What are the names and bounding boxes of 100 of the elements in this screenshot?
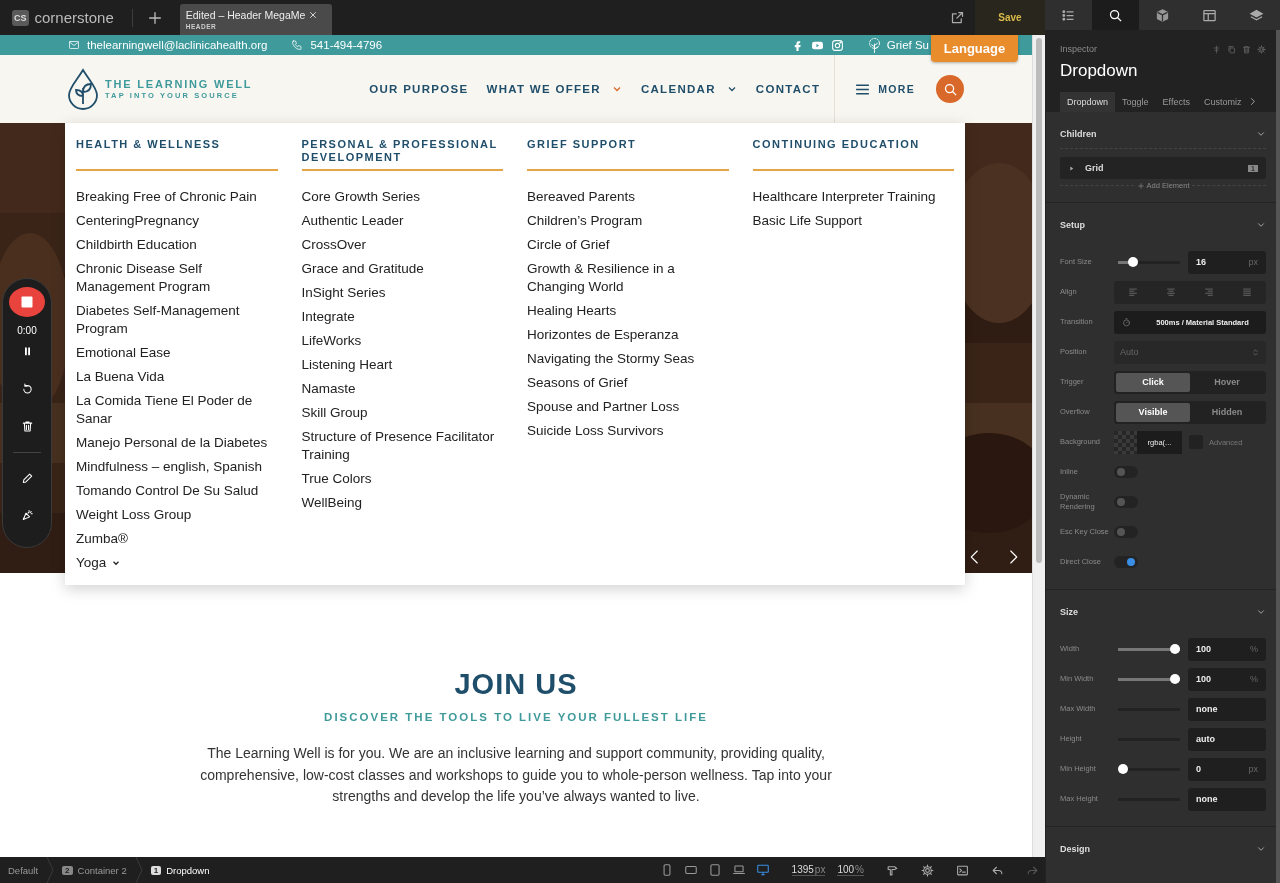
segment-option[interactable]: Hover: [1190, 372, 1264, 392]
menu-link[interactable]: La Buena Vida: [76, 368, 276, 386]
inspector-tab[interactable]: Dropdown: [1060, 92, 1116, 112]
menu-link[interactable]: Seasons of Grief: [527, 374, 727, 392]
menu-link[interactable]: Bereaved Parents: [527, 188, 727, 206]
menu-link[interactable]: La Comida Tiene El Poder de Sanar: [76, 392, 276, 428]
tablet-landscape-icon[interactable]: [683, 863, 698, 877]
menu-link[interactable]: WellBeing: [301, 494, 502, 512]
menu-link[interactable]: LifeWorks: [301, 332, 502, 350]
menu-link[interactable]: Circle of Grief: [527, 236, 727, 254]
menu-link[interactable]: Integrate: [301, 308, 502, 326]
inspector-tab[interactable]: Effects: [1155, 92, 1197, 112]
menu-link[interactable]: Horizontes de Esperanza: [527, 326, 727, 344]
menu-link[interactable]: Navigating the Stormy Seas: [527, 350, 727, 368]
menu-link[interactable]: Children’s Program: [527, 212, 727, 230]
segment-option[interactable]: Click: [1116, 372, 1190, 392]
desktop-icon[interactable]: [755, 863, 770, 877]
slider-thumb[interactable]: [1170, 674, 1180, 684]
menu-link[interactable]: Basic Life Support: [752, 212, 953, 230]
toggle-switch[interactable]: [1114, 496, 1138, 508]
menu-link[interactable]: Weight Loss Group: [76, 506, 276, 524]
menu-link[interactable]: Chronic Disease Self Management Program: [76, 260, 276, 296]
menu-link[interactable]: Diabetes Self-Management Program: [76, 302, 276, 338]
number-field[interactable]: 16 px: [1188, 250, 1266, 274]
breadcrumb[interactable]: 2 Container 2: [54, 864, 135, 876]
value-field[interactable]: none: [1188, 697, 1266, 721]
toggle-switch[interactable]: [1114, 556, 1138, 568]
menu-link[interactable]: CrossOver: [301, 236, 502, 254]
slider[interactable]: [1118, 764, 1180, 774]
slider-thumb[interactable]: [1128, 257, 1139, 267]
slider[interactable]: [1118, 257, 1180, 267]
plus-icon[interactable]: [146, 9, 163, 26]
nav-link[interactable]: WHAT WE OFFER: [486, 83, 601, 95]
menu-link[interactable]: Emotional Ease: [76, 344, 276, 362]
terminal-icon[interactable]: [956, 863, 969, 877]
value-field[interactable]: auto: [1188, 727, 1266, 751]
menu-link[interactable]: Manejo Personal de la Diabetes: [76, 434, 276, 452]
number-field[interactable]: 100 %: [1188, 667, 1266, 691]
tablet-icon[interactable]: [707, 863, 722, 877]
breadcrumb[interactable]: 1 Dropdown: [142, 864, 218, 876]
number-field[interactable]: 100 %: [1188, 637, 1266, 661]
scrollbar-thumb[interactable]: [1036, 38, 1042, 563]
search-tab[interactable]: [1092, 0, 1139, 30]
search-button[interactable]: [936, 75, 964, 103]
layout-icon: [1202, 7, 1217, 23]
more-menu-button[interactable]: MORE: [854, 80, 915, 98]
value-field[interactable]: none: [1188, 787, 1266, 811]
segment-option[interactable]: Hidden: [1190, 402, 1264, 422]
menu-link[interactable]: Listening Heart: [301, 356, 502, 374]
hammer-icon[interactable]: [886, 863, 899, 877]
save-button[interactable]: Save: [975, 0, 1045, 35]
nav-link[interactable]: CONTACT: [755, 83, 821, 95]
menu-link[interactable]: Healthcare Interpreter Training: [752, 188, 953, 206]
laptop-icon[interactable]: [731, 863, 746, 877]
breadcrumb[interactable]: Default: [0, 864, 47, 876]
slider[interactable]: [1118, 674, 1180, 684]
timer-text: 0:00: [17, 325, 37, 337]
menu-link[interactable]: Namaste: [301, 380, 502, 398]
nav-link[interactable]: OUR PURPOSE: [369, 83, 469, 95]
menu-link[interactable]: Grace and Gratitude: [301, 260, 502, 278]
menu-link[interactable]: Tomando Control De Su Salud: [76, 482, 276, 500]
external-link-icon[interactable]: [950, 10, 965, 25]
menu-link[interactable]: Growth & Resilience in a Changing World: [527, 260, 727, 296]
menu-link[interactable]: Authentic Leader: [301, 212, 502, 230]
menu-link[interactable]: Healing Hearts: [527, 302, 727, 320]
menu-link[interactable]: Zumba®: [76, 530, 276, 548]
menu-link[interactable]: Skill Group: [301, 404, 502, 422]
layers-tab[interactable]: [1233, 0, 1280, 30]
instagram-icon[interactable]: [830, 38, 844, 52]
menu-link[interactable]: Spouse and Partner Loss: [527, 398, 727, 416]
stop-button[interactable]: [9, 287, 45, 318]
nav-link[interactable]: CALENDAR: [640, 83, 716, 95]
menu-link[interactable]: Yoga: [76, 554, 276, 572]
menu-link[interactable]: Mindfulness – english, Spanish: [76, 458, 276, 476]
slider-thumb[interactable]: [1118, 764, 1128, 774]
list-tab[interactable]: [1045, 0, 1092, 30]
app-name: cornerstone: [34, 9, 114, 26]
number-field[interactable]: 0 px: [1188, 757, 1266, 781]
menu-link[interactable]: Suicide Loss Survivors: [527, 422, 727, 440]
toggle-switch[interactable]: [1114, 466, 1138, 478]
zoom-field[interactable]: 100%: [837, 864, 864, 876]
menu-link[interactable]: Structure of Presence Facilitator Training: [301, 428, 502, 464]
menu-link[interactable]: InSight Series: [301, 284, 502, 302]
cube-tab[interactable]: [1139, 0, 1186, 30]
width-field[interactable]: 1395px: [791, 864, 826, 876]
slider-thumb[interactable]: [1170, 644, 1180, 654]
menu-link[interactable]: CenteringPregnancy: [76, 212, 276, 230]
cube-icon: [1155, 7, 1170, 23]
inspector-tab[interactable]: Toggle: [1115, 92, 1156, 112]
menu-link[interactable]: Core Growth Series: [301, 188, 502, 206]
timer-icon: [1122, 317, 1131, 327]
menu-link[interactable]: Breaking Free of Chronic Pain: [76, 188, 276, 206]
menu-link[interactable]: Childbirth Education: [76, 236, 276, 254]
toggle-switch[interactable]: [1114, 526, 1138, 538]
settings-icon[interactable]: [921, 863, 934, 877]
slider[interactable]: [1118, 644, 1180, 654]
inspector-tab[interactable]: Customiz: [1196, 92, 1249, 112]
close-icon[interactable]: [308, 10, 319, 20]
segment-option[interactable]: Visible: [1116, 402, 1190, 422]
menu-link[interactable]: True Colors: [301, 470, 502, 488]
